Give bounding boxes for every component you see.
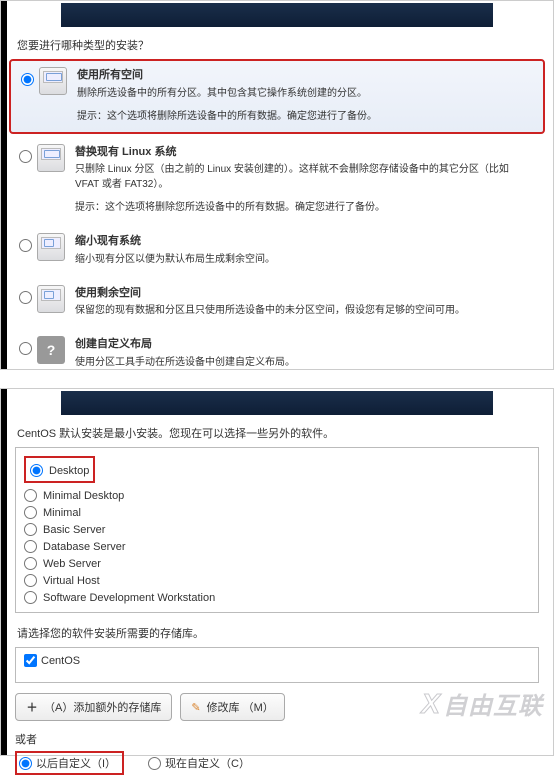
- option-desc: 保留您的现有数据和分区且只使用所选设备中的未分区空间，假设您有足够的空间可用。: [75, 303, 535, 318]
- option-hint: 提示：这个选项将删除您所选设备中的所有数据。确定您进行了备份。: [75, 200, 535, 215]
- software-option-desktop-highlight: Desktop: [24, 456, 95, 483]
- radio-replace-linux[interactable]: [19, 150, 32, 163]
- software-label: Desktop: [49, 465, 89, 477]
- option-title: 缩小现有系统: [75, 233, 535, 250]
- radio-desktop[interactable]: [30, 464, 43, 477]
- radio-virtual-host[interactable]: [24, 574, 37, 587]
- install-option-free-space[interactable]: 使用剩余空间 保留您的现有数据和分区且只使用所选设备中的未分区空间，假设您有足够…: [9, 279, 545, 327]
- software-option-desktop[interactable]: Desktop: [30, 462, 89, 479]
- add-repo-button[interactable]: ＋ （A）添加额外的存储库: [15, 693, 172, 721]
- customize-later-option[interactable]: 以后自定义（I）: [19, 755, 116, 771]
- software-group-box: Desktop Minimal Desktop Minimal Basic Se…: [15, 447, 539, 613]
- install-option-replace-linux[interactable]: 替换现有 Linux 系统 只删除 Linux 分区（由之前的 Linux 安装…: [9, 138, 545, 224]
- repo-label: CentOS: [41, 655, 80, 667]
- option-desc: 使用分区工具手动在所选设备中创建自定义布局。: [75, 355, 535, 370]
- repo-centos-checkbox[interactable]: [24, 654, 37, 667]
- modify-repo-button[interactable]: ✎ 修改库 （M）: [180, 693, 284, 721]
- disk-icon: [37, 285, 65, 313]
- software-option-sdw[interactable]: Software Development Workstation: [24, 589, 530, 606]
- software-option-database-server[interactable]: Database Server: [24, 538, 530, 555]
- radio-customize-later[interactable]: [19, 757, 32, 770]
- install-type-prompt: 您要进行哪种类型的安装？: [17, 37, 553, 53]
- customize-later-label: 以后自定义（I）: [36, 755, 116, 771]
- radio-shrink[interactable]: [19, 239, 32, 252]
- header-band: [61, 391, 493, 415]
- radio-use-all-space[interactable]: [21, 73, 34, 86]
- repo-prompt: 请选择您的软件安装所需要的存储库。: [17, 625, 553, 641]
- question-icon: ?: [37, 336, 65, 364]
- repo-centos-row[interactable]: CentOS: [24, 654, 530, 667]
- customize-now-option[interactable]: 现在自定义（C）: [148, 755, 250, 771]
- install-type-panel: 您要进行哪种类型的安装？ 使用所有空间 删除所选设备中的所有分区。其中包含其它操…: [0, 0, 554, 370]
- repo-buttons-row: ＋ （A）添加额外的存储库 ✎ 修改库 （M）: [15, 693, 539, 721]
- radio-minimal[interactable]: [24, 506, 37, 519]
- disk-icon: [37, 144, 65, 172]
- option-title: 创建自定义布局: [75, 336, 535, 353]
- radio-custom[interactable]: [19, 342, 32, 355]
- option-desc: 删除所选设备中的所有分区。其中包含其它操作系统创建的分区。: [77, 86, 533, 101]
- or-label: 或者: [15, 731, 539, 747]
- panel-left-border: [1, 1, 7, 369]
- repo-box: CentOS: [15, 647, 539, 683]
- software-selection-panel: CentOS 默认安装是最小安装。您现在可以选择一些另外的软件。 Desktop…: [0, 388, 554, 756]
- customize-section: 或者 以后自定义（I） 现在自定义（C）: [15, 731, 539, 775]
- customize-now-label: 现在自定义（C）: [165, 755, 250, 771]
- customize-later-highlight: 以后自定义（I）: [15, 751, 124, 775]
- disk-icon: [39, 67, 67, 95]
- software-label: Web Server: [43, 558, 101, 570]
- radio-web-server[interactable]: [24, 557, 37, 570]
- option-title: 使用剩余空间: [75, 285, 535, 302]
- software-label: Database Server: [43, 541, 126, 553]
- software-label: Basic Server: [43, 524, 105, 536]
- install-option-custom[interactable]: ? 创建自定义布局 使用分区工具手动在所选设备中创建自定义布局。: [9, 330, 545, 378]
- option-desc: 只删除 Linux 分区（由之前的 Linux 安装创建的）。这样就不会删除您存…: [75, 162, 535, 192]
- software-label: Software Development Workstation: [43, 592, 215, 604]
- install-option-shrink[interactable]: 缩小现有系统 缩小现有分区以便为默认布局生成剩余空间。: [9, 227, 545, 275]
- software-option-basic-server[interactable]: Basic Server: [24, 521, 530, 538]
- software-option-minimal-desktop[interactable]: Minimal Desktop: [24, 487, 530, 504]
- modify-repo-label: 修改库 （M）: [207, 699, 274, 715]
- radio-database-server[interactable]: [24, 540, 37, 553]
- plus-icon: ＋: [26, 701, 38, 713]
- radio-sdw[interactable]: [24, 591, 37, 604]
- software-option-virtual-host[interactable]: Virtual Host: [24, 572, 530, 589]
- software-label: Virtual Host: [43, 575, 100, 587]
- software-prompt: CentOS 默认安装是最小安装。您现在可以选择一些另外的软件。: [17, 425, 553, 441]
- radio-customize-now[interactable]: [148, 757, 161, 770]
- pencil-icon: ✎: [191, 701, 200, 714]
- option-title: 使用所有空间: [77, 67, 533, 84]
- disk-icon: [37, 233, 65, 261]
- header-band: [61, 3, 493, 27]
- software-label: Minimal Desktop: [43, 490, 124, 502]
- option-title: 替换现有 Linux 系统: [75, 144, 535, 161]
- add-repo-label: （A）添加额外的存储库: [44, 699, 161, 715]
- software-label: Minimal: [43, 507, 81, 519]
- option-hint: 提示：这个选项将删除所选设备中的所有数据。确定您进行了备份。: [77, 109, 533, 124]
- radio-free-space[interactable]: [19, 291, 32, 304]
- software-option-minimal[interactable]: Minimal: [24, 504, 530, 521]
- option-desc: 缩小现有分区以便为默认布局生成剩余空间。: [75, 252, 535, 267]
- software-option-web-server[interactable]: Web Server: [24, 555, 530, 572]
- panel-left-border: [1, 389, 7, 755]
- radio-basic-server[interactable]: [24, 523, 37, 536]
- install-option-use-all-space[interactable]: 使用所有空间 删除所选设备中的所有分区。其中包含其它操作系统创建的分区。 提示：…: [9, 59, 545, 134]
- radio-minimal-desktop[interactable]: [24, 489, 37, 502]
